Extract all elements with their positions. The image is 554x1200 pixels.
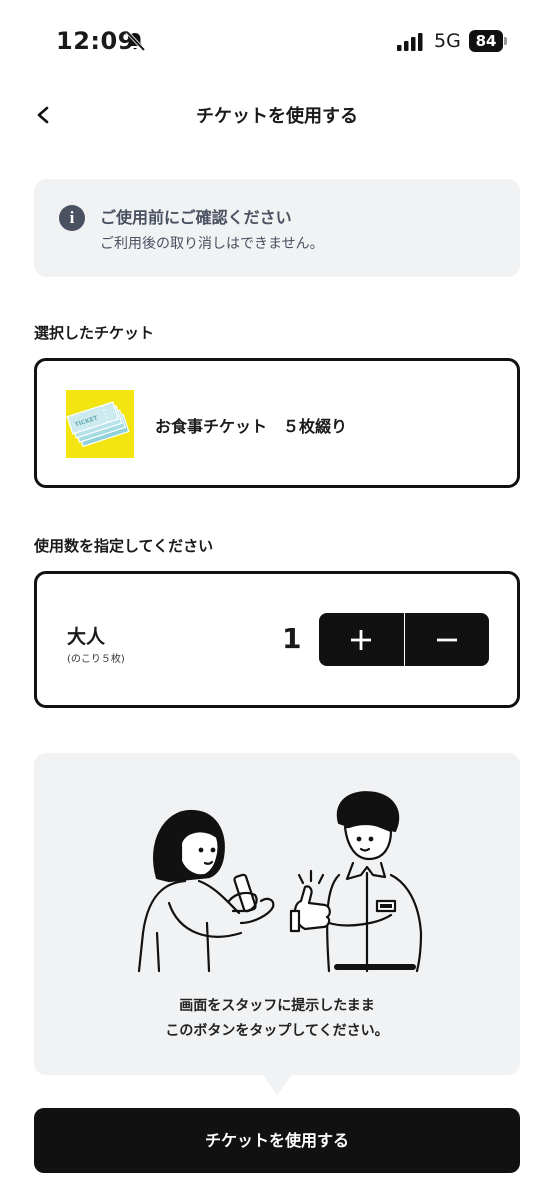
page-title: チケットを使用する	[196, 106, 358, 127]
quantity-category-label: 大人	[67, 626, 106, 648]
minus-icon	[436, 638, 457, 641]
quantity-card: 大人 (のこり５枚) 1	[34, 571, 520, 708]
notice-title: ご使用前にご確認ください	[100, 208, 292, 227]
ticket-name: お食事チケット ５枚綴り	[155, 417, 348, 436]
decrement-button[interactable]	[405, 613, 490, 666]
instruction-line-1: 画面をスタッフに提示したまま	[179, 998, 375, 1014]
bell-slash-icon	[125, 30, 146, 52]
info-icon: i	[59, 205, 85, 231]
status-bar: 12:09 5G 84	[0, 0, 554, 84]
notice-text: ご利用後の取り消しはできません。	[100, 236, 324, 252]
notice-box: i ご使用前にご確認ください ご利用後の取り消しはできません。	[34, 179, 520, 277]
selected-ticket-card: TICKET お食事チケット ５枚綴り	[34, 358, 520, 488]
battery-icon: 84	[469, 30, 507, 52]
ticket-thumbnail: TICKET	[66, 390, 134, 458]
quantity-remaining: (のこり５枚)	[67, 654, 125, 665]
panel-pointer	[261, 1073, 293, 1095]
selected-ticket-label: 選択したチケット	[34, 324, 155, 342]
quantity-value: 1	[282, 622, 302, 655]
ticket-stack-icon: TICKET	[66, 401, 130, 448]
battery-level: 84	[469, 30, 503, 52]
use-ticket-button[interactable]: チケットを使用する	[34, 1108, 520, 1173]
staff-presentation-illustration	[137, 791, 423, 973]
instruction-panel: 画面をスタッフに提示したまま このボタンをタップしてください。	[34, 753, 520, 1075]
signal-icon	[397, 33, 423, 51]
quantity-section-label: 使用数を指定してください	[34, 537, 214, 555]
plus-icon	[351, 629, 372, 650]
quantity-stepper	[319, 613, 489, 666]
battery-cap	[504, 37, 507, 45]
network-label: 5G	[434, 30, 461, 52]
increment-button[interactable]	[319, 613, 404, 666]
nav-bar: チケットを使用する	[0, 86, 554, 142]
instruction-line-2: このボタンをタップしてください。	[165, 1023, 389, 1039]
